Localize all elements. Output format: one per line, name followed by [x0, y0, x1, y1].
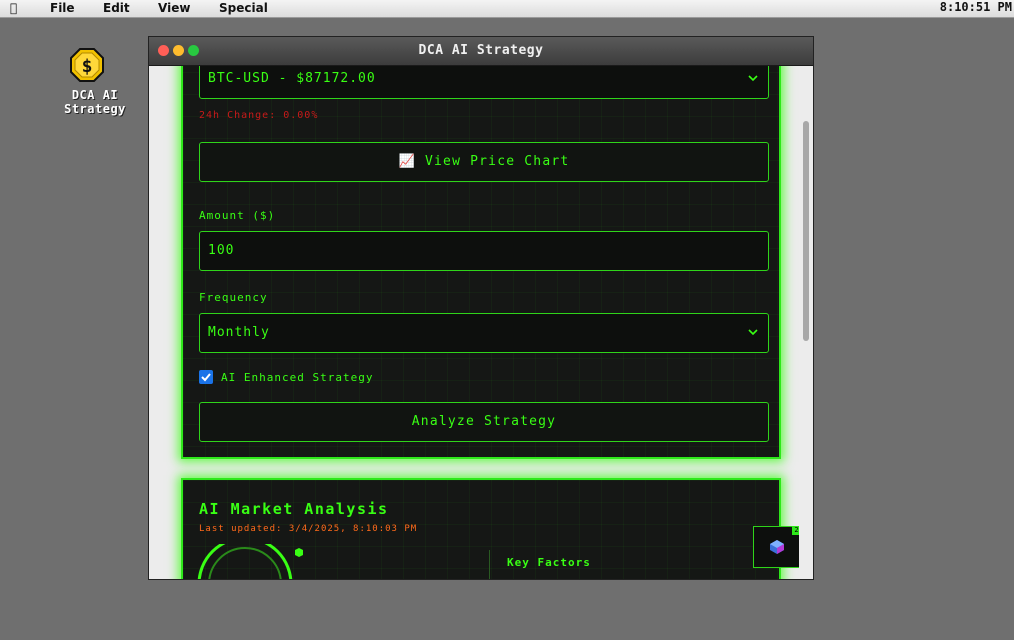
menu-bar:  File Edit View Special 8:10:51 PM: [0, 0, 1014, 18]
ai-enhanced-label[interactable]: AI Enhanced Strategy: [221, 371, 373, 384]
checkmark-icon: [201, 373, 211, 382]
chart-icon: 📈: [398, 154, 416, 169]
amount-input[interactable]: 100: [199, 231, 769, 271]
view-price-chart-button[interactable]: 📈 View Price Chart: [199, 142, 769, 182]
chevron-down-icon: [748, 75, 758, 82]
frequency-select[interactable]: Monthly: [199, 313, 769, 353]
analyze-strategy-label: Analyze Strategy: [411, 414, 557, 429]
chevron-down-icon: [748, 329, 758, 336]
scrollbar-thumb[interactable]: [803, 121, 809, 341]
analysis-widget-button[interactable]: 2: [753, 526, 801, 568]
view-price-chart-label: View Price Chart: [424, 154, 570, 169]
menu-view[interactable]: View: [158, 1, 190, 15]
asset-select[interactable]: BTC-USD - $87172.00: [199, 66, 769, 99]
amount-label: Amount ($): [199, 209, 276, 222]
menu-file[interactable]: File: [50, 1, 75, 15]
last-updated-text: Last updated: 3/4/2025, 8:10:03 PM: [199, 524, 418, 534]
svg-text:$: $: [82, 56, 93, 77]
price-change-text: 24h Change: 0.00%: [199, 110, 319, 121]
ai-enhanced-checkbox[interactable]: [199, 370, 213, 384]
sentiment-gauge: [197, 544, 303, 579]
menu-special[interactable]: Special: [219, 1, 268, 15]
menu-clock: 8:10:51 PM: [939, 0, 1012, 14]
hex-indicator-icon: [295, 548, 303, 557]
desktop-app-icon[interactable]: $ DCA AI Strategy: [24, 48, 150, 116]
desktop-icon-label: DCA AI Strategy: [64, 88, 126, 116]
window-titlebar[interactable]: DCA AI Strategy: [149, 37, 813, 66]
amount-input-value: 100: [208, 243, 235, 258]
ai-market-analysis-panel: AI Market Analysis Last updated: 3/4/202…: [181, 478, 801, 579]
analysis-title: AI Market Analysis: [199, 500, 389, 518]
menu-edit[interactable]: Edit: [103, 1, 130, 15]
key-factors-heading: Key Factors: [507, 556, 591, 569]
frequency-label: Frequency: [199, 291, 268, 304]
frequency-select-value: Monthly: [208, 325, 270, 340]
apple-menu-icon[interactable]: : [10, 1, 17, 15]
dollar-coin-icon: $: [70, 48, 104, 82]
window-content: BTC-USD - $87172.00 24h Change: 0.00% 📈 …: [149, 66, 813, 579]
strategy-form-panel: BTC-USD - $87172.00 24h Change: 0.00% 📈 …: [181, 66, 781, 459]
asset-select-value: BTC-USD - $87172.00: [208, 71, 376, 86]
vertical-scrollbar[interactable]: [799, 66, 813, 579]
cube-icon: [770, 540, 784, 554]
divider: [489, 550, 490, 579]
app-window: DCA AI Strategy BTC-USD - $87172.00 24h …: [148, 36, 814, 580]
analyze-strategy-button[interactable]: Analyze Strategy: [199, 402, 769, 442]
window-title: DCA AI Strategy: [418, 43, 544, 58]
